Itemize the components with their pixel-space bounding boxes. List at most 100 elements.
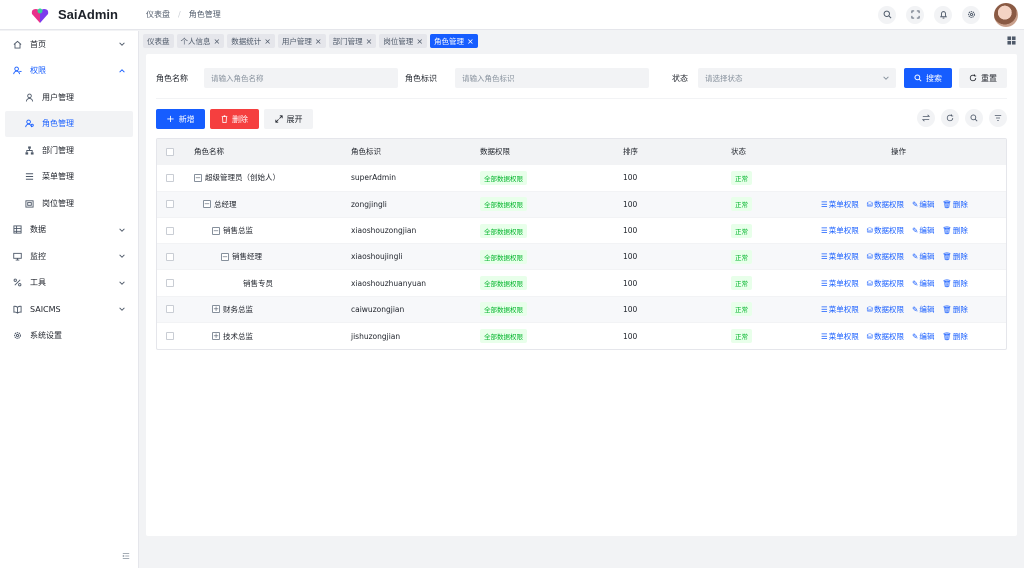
- edit-link[interactable]: ✎ 编辑: [912, 278, 934, 289]
- reset-button-label: 重置: [981, 73, 997, 83]
- status-cell: 正常: [731, 165, 752, 190]
- sidebar-item-menus[interactable]: 菜单管理: [0, 164, 138, 191]
- delete-button[interactable]: 删除: [210, 109, 259, 129]
- collapse-row-icon[interactable]: −: [221, 252, 229, 261]
- sidebar-item-home[interactable]: 首页: [0, 31, 138, 58]
- delete-link[interactable]: 🗑 删除: [942, 304, 968, 315]
- collapse-row-icon[interactable]: −: [212, 226, 220, 235]
- trash-icon: 🗑: [942, 199, 952, 209]
- chevron-down-icon: [119, 254, 125, 258]
- fullscreen-button[interactable]: [906, 5, 924, 24]
- menu-permission-link[interactable]: ☰ 菜单权限: [821, 199, 859, 210]
- tab-statistics[interactable]: 数据统计 ×: [227, 34, 275, 48]
- data-permission-link[interactable]: ⛁ 数据权限: [867, 225, 904, 236]
- row-checkbox[interactable]: [166, 323, 174, 349]
- delete-link[interactable]: 🗑 删除: [942, 331, 968, 342]
- chevron-up-icon: [119, 68, 125, 73]
- sidebar-item-permission[interactable]: 权限: [0, 58, 138, 85]
- close-icon[interactable]: ×: [214, 37, 221, 46]
- data-permission-link[interactable]: ⛁ 数据权限: [867, 278, 904, 289]
- data-scope-cell: 全部数据权限: [480, 297, 527, 322]
- edit-link[interactable]: ✎ 编辑: [912, 331, 934, 342]
- close-icon[interactable]: ×: [315, 37, 322, 46]
- reset-button[interactable]: 重置: [959, 68, 1007, 88]
- menu-permission-link[interactable]: ☰ 菜单权限: [821, 304, 859, 315]
- row-checkbox[interactable]: [166, 297, 174, 322]
- sidebar-item-users[interactable]: 用户管理: [0, 84, 138, 111]
- status-select[interactable]: 请选择状态: [698, 68, 896, 88]
- sort-value: 100: [623, 252, 638, 262]
- delete-link[interactable]: 🗑 删除: [942, 251, 968, 262]
- edit-link[interactable]: ✎ 编辑: [912, 199, 934, 210]
- collapse-row-icon[interactable]: −: [194, 173, 202, 182]
- breadcrumb-item-dashboard[interactable]: 仪表盘: [146, 9, 170, 20]
- search-button[interactable]: [878, 5, 896, 24]
- avatar[interactable]: [994, 2, 1018, 27]
- trash-icon: 🗑: [942, 304, 952, 314]
- delete-link[interactable]: 🗑 删除: [942, 199, 968, 210]
- menu-permission-link[interactable]: ☰ 菜单权限: [821, 225, 859, 236]
- sidebar-item-roles[interactable]: 角色管理: [5, 110, 133, 137]
- row-checkbox[interactable]: [166, 270, 174, 295]
- chevron-down-icon: [119, 280, 125, 285]
- sidebar-item-departments[interactable]: 部门管理: [0, 137, 138, 164]
- tab-label: 角色管理: [434, 36, 465, 46]
- close-icon[interactable]: ×: [366, 37, 373, 46]
- edit-link[interactable]: ✎ 编辑: [912, 225, 934, 236]
- delete-link[interactable]: 🗑 删除: [942, 225, 968, 236]
- tab-posts[interactable]: 岗位管理 ×: [379, 34, 428, 48]
- delete-link[interactable]: 🗑 删除: [942, 278, 968, 289]
- tab-menu-button[interactable]: [1007, 36, 1016, 47]
- tab-profile[interactable]: 个人信息 ×: [176, 34, 225, 48]
- menu-permission-link[interactable]: ☰ 菜单权限: [821, 278, 859, 289]
- sidebar-item-posts[interactable]: 岗位管理: [0, 190, 138, 217]
- sidebar-item-tools[interactable]: 工具: [0, 270, 138, 297]
- close-icon[interactable]: ×: [467, 37, 474, 46]
- row-checkbox[interactable]: [166, 165, 174, 190]
- search-toggle-button[interactable]: [965, 109, 983, 127]
- sidebar-item-label: 工具: [30, 278, 46, 288]
- expand-button[interactable]: 展开: [264, 109, 313, 129]
- settings-button[interactable]: [962, 5, 980, 24]
- row-checkbox[interactable]: [166, 218, 174, 243]
- menu-permission-link[interactable]: ☰ 菜单权限: [821, 331, 859, 342]
- expand-row-icon[interactable]: +: [212, 332, 220, 341]
- close-icon[interactable]: ×: [416, 37, 423, 46]
- role-name: 销售经理: [232, 252, 262, 262]
- search-button[interactable]: 搜索: [904, 68, 952, 88]
- tab-dashboard[interactable]: 仪表盘: [143, 34, 174, 48]
- swap-button[interactable]: [917, 109, 935, 127]
- role-name: 销售总监: [223, 226, 253, 236]
- role-code-input[interactable]: 请输入角色标识: [455, 68, 649, 88]
- close-icon[interactable]: ×: [264, 37, 271, 46]
- data-permission-link[interactable]: ⛁ 数据权限: [867, 331, 904, 342]
- tab-users[interactable]: 用户管理 ×: [277, 34, 326, 48]
- sidebar-collapse-button[interactable]: [120, 550, 132, 562]
- expand-row-icon[interactable]: +: [212, 305, 220, 314]
- menu-permission-link[interactable]: ☰ 菜单权限: [821, 251, 859, 262]
- collapse-row-icon[interactable]: −: [203, 200, 211, 209]
- swap-icon: [922, 114, 930, 122]
- tab-roles[interactable]: 角色管理 ×: [430, 34, 478, 48]
- sidebar-item-monitor[interactable]: 监控: [0, 243, 138, 270]
- chevron-down-icon: [119, 307, 125, 311]
- sidebar-item-saicms[interactable]: SAICMS: [0, 296, 138, 323]
- role-name-input[interactable]: 请输入角色名称: [204, 68, 398, 88]
- row-checkbox[interactable]: [166, 244, 174, 269]
- tab-departments[interactable]: 部门管理 ×: [328, 34, 377, 48]
- refresh-button[interactable]: [941, 109, 959, 127]
- edit-link[interactable]: ✎ 编辑: [912, 304, 934, 315]
- sidebar-item-data[interactable]: 数据: [0, 217, 138, 244]
- notification-button[interactable]: [934, 5, 952, 24]
- data-permission-link[interactable]: ⛁ 数据权限: [867, 199, 904, 210]
- add-button[interactable]: + 新增: [156, 109, 205, 129]
- status-cell: 正常: [731, 297, 752, 322]
- data-permission-link[interactable]: ⛁ 数据权限: [867, 251, 904, 262]
- data-permission-link[interactable]: ⛁ 数据权限: [867, 304, 904, 315]
- select-all-checkbox[interactable]: [166, 139, 174, 164]
- column-settings-button[interactable]: [989, 109, 1007, 127]
- row-checkbox[interactable]: [166, 192, 174, 217]
- edit-link[interactable]: ✎ 编辑: [912, 251, 934, 262]
- table-header-row: 角色名称 角色标识 数据权限 排序 状态 操作: [157, 139, 1006, 166]
- sidebar-item-settings[interactable]: 系统设置: [0, 323, 138, 350]
